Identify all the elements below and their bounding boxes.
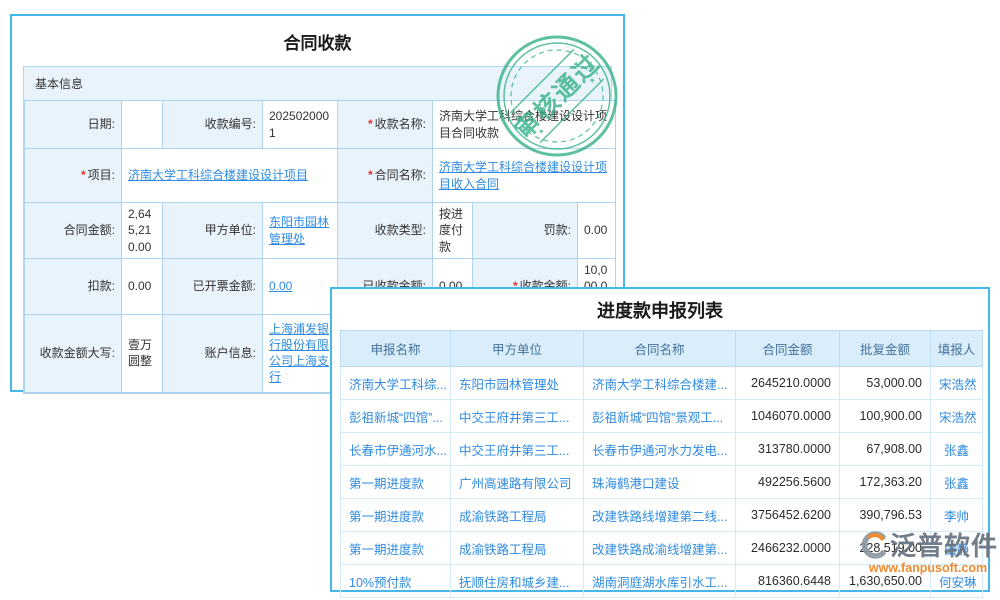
- cell-declaration-name[interactable]: 济南大学工科综...: [341, 367, 451, 400]
- progress-declaration-panel: 进度款申报列表 申报名称 甲方单位 合同名称 合同金额 批复金额 填报人 济南大…: [330, 287, 990, 592]
- deduction-value: 0.00: [122, 259, 163, 315]
- deduction-label: 扣款:: [25, 259, 122, 315]
- cell-approved: 67,908.00: [840, 433, 931, 466]
- cell-reporter[interactable]: 宋浩然: [931, 400, 983, 433]
- cell-party[interactable]: 东阳市园林管理处: [451, 367, 584, 400]
- section-header: 基本信息: [24, 67, 611, 100]
- invoiced-amount-value: 0.00: [263, 259, 338, 315]
- contract-name-label: *合同名称:: [338, 149, 433, 203]
- cell-amount: 3756452.6200: [736, 499, 840, 532]
- cell-contract[interactable]: 彭祖新城“四馆”景观工...: [584, 400, 736, 433]
- cell-amount: 1046070.0000: [736, 400, 840, 433]
- amount-in-words-value: 壹万圆整: [122, 314, 163, 392]
- receipt-type-label: 收款类型:: [338, 203, 433, 259]
- account-info-value: 上海浦发银行股份有限公司上海支行: [263, 314, 338, 392]
- cell-approved: 390,796.53: [840, 499, 931, 532]
- required-asterisk: *: [368, 117, 373, 131]
- col-header-reporter: 填报人: [931, 331, 983, 367]
- cell-party[interactable]: 中交王府井第三工...: [451, 433, 584, 466]
- receipt-no-label: 收款编号:: [163, 101, 263, 149]
- invoiced-amount-link[interactable]: 0.00: [269, 279, 292, 293]
- table-header-row: 申报名称 甲方单位 合同名称 合同金额 批复金额 填报人: [341, 331, 983, 367]
- page-title: 合同收款: [12, 16, 623, 66]
- table-row: 济南大学工科综... 东阳市园林管理处 济南大学工科综合楼建... 264521…: [341, 367, 983, 400]
- project-label: *项目:: [25, 149, 122, 203]
- cell-party[interactable]: 广州高速路有限公司: [451, 466, 584, 499]
- project-link[interactable]: 济南大学工科综合楼建设设计项目: [128, 168, 308, 182]
- cell-approved: 53,000.00: [840, 367, 931, 400]
- cell-declaration-name[interactable]: 第一期进度款: [341, 532, 451, 565]
- cell-amount: 313780.0000: [736, 433, 840, 466]
- penalty-label: 罚款:: [473, 203, 578, 259]
- cell-amount: 2645210.0000: [736, 367, 840, 400]
- account-info-label: 账户信息:: [163, 314, 263, 392]
- cell-amount: 492256.5600: [736, 466, 840, 499]
- cell-approved: 228,519.00: [840, 532, 931, 565]
- table-row: 第一期进度款 成渝铁路工程局 改建铁路成渝线增建第... 2466232.000…: [341, 532, 983, 565]
- cell-amount: 2466232.0000: [736, 532, 840, 565]
- cell-approved: 100,900.00: [840, 400, 931, 433]
- declaration-table: 申报名称 甲方单位 合同名称 合同金额 批复金额 填报人 济南大学工科综... …: [340, 330, 983, 598]
- cell-reporter[interactable]: 田静: [931, 532, 983, 565]
- cell-reporter[interactable]: 张鑫: [931, 433, 983, 466]
- receipt-name-label: *收款名称:: [338, 101, 433, 149]
- contract-amount-value: 2,645,210.00: [122, 203, 163, 259]
- cell-declaration-name[interactable]: 长春市伊通河水...: [341, 433, 451, 466]
- table-row: 第一期进度款 成渝铁路工程局 改建铁路线增建第二线... 3756452.620…: [341, 499, 983, 532]
- cell-contract[interactable]: 长春市伊通河水力发电...: [584, 433, 736, 466]
- required-asterisk: *: [81, 168, 86, 182]
- cell-contract[interactable]: 湖南洞庭湖水库引水工...: [584, 565, 736, 598]
- cell-declaration-name[interactable]: 10%预付款: [341, 565, 451, 598]
- cell-reporter[interactable]: 宋浩然: [931, 367, 983, 400]
- contract-name-link[interactable]: 济南大学工科综合楼建设设计项目收入合同: [439, 160, 607, 190]
- amount-in-words-label: 收款金额大写:: [25, 314, 122, 392]
- cell-declaration-name[interactable]: 彭祖新城“四馆”...: [341, 400, 451, 433]
- cell-contract[interactable]: 济南大学工科综合楼建...: [584, 367, 736, 400]
- cell-declaration-name[interactable]: 第一期进度款: [341, 466, 451, 499]
- cell-approved: 1,630,650.00: [840, 565, 931, 598]
- col-header-party: 甲方单位: [451, 331, 584, 367]
- invoiced-amount-label: 已开票金额:: [163, 259, 263, 315]
- penalty-value: 0.00: [578, 203, 616, 259]
- col-header-amount: 合同金额: [736, 331, 840, 367]
- date-label: 日期:: [25, 101, 122, 149]
- table-row: 10%预付款 抚顺住房和城乡建... 湖南洞庭湖水库引水工... 816360.…: [341, 565, 983, 598]
- receipt-name-value: 济南大学工科综合楼建设设计项目合同收款: [433, 101, 616, 149]
- cell-declaration-name[interactable]: 第一期进度款: [341, 499, 451, 532]
- table-row: 彭祖新城“四馆”... 中交王府井第三工... 彭祖新城“四馆”景观工... 1…: [341, 400, 983, 433]
- required-asterisk: *: [368, 168, 373, 182]
- receipt-no-value: 2025020001: [263, 101, 338, 149]
- party-a-value: 东阳市园林管理处: [263, 203, 338, 259]
- col-header-name: 申报名称: [341, 331, 451, 367]
- col-header-contract: 合同名称: [584, 331, 736, 367]
- cell-reporter[interactable]: 李帅: [931, 499, 983, 532]
- contract-name-value: 济南大学工科综合楼建设设计项目收入合同: [433, 149, 616, 203]
- party-a-label: 甲方单位:: [163, 203, 263, 259]
- cell-party[interactable]: 中交王府井第三工...: [451, 400, 584, 433]
- list-title: 进度款申报列表: [332, 289, 988, 330]
- cell-contract[interactable]: 改建铁路线增建第二线...: [584, 499, 736, 532]
- cell-party[interactable]: 抚顺住房和城乡建...: [451, 565, 584, 598]
- col-header-approved: 批复金额: [840, 331, 931, 367]
- party-a-link[interactable]: 东阳市园林管理处: [269, 215, 329, 245]
- cell-party[interactable]: 成渝铁路工程局: [451, 532, 584, 565]
- cell-approved: 172,363.20: [840, 466, 931, 499]
- table-row: 长春市伊通河水... 中交王府井第三工... 长春市伊通河水力发电... 313…: [341, 433, 983, 466]
- cell-contract[interactable]: 改建铁路成渝线增建第...: [584, 532, 736, 565]
- cell-reporter[interactable]: 何安琳: [931, 565, 983, 598]
- contract-amount-label: 合同金额:: [25, 203, 122, 259]
- cell-reporter[interactable]: 张鑫: [931, 466, 983, 499]
- cell-amount: 816360.6448: [736, 565, 840, 598]
- project-value: 济南大学工科综合楼建设设计项目: [122, 149, 338, 203]
- receipt-type-value: 按进度付款: [433, 203, 473, 259]
- date-value[interactable]: [122, 101, 163, 149]
- table-row: 第一期进度款 广州高速路有限公司 珠海鹤港口建设 492256.5600 172…: [341, 466, 983, 499]
- account-info-link[interactable]: 上海浦发银行股份有限公司上海支行: [269, 322, 329, 385]
- cell-contract[interactable]: 珠海鹤港口建设: [584, 466, 736, 499]
- cell-party[interactable]: 成渝铁路工程局: [451, 499, 584, 532]
